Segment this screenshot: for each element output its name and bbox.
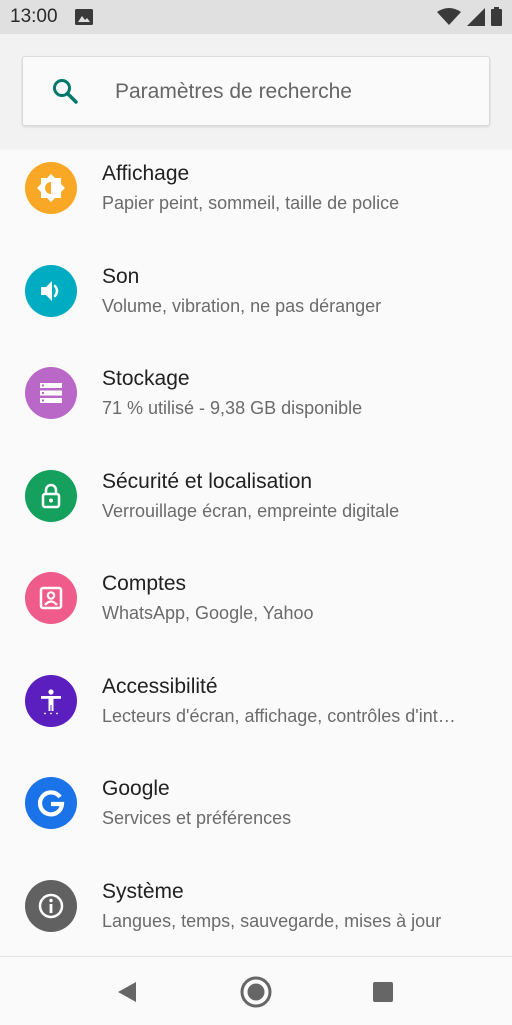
setting-item-affichage[interactable]: Affichage Papier peint, sommeil, taille … [0,150,512,253]
settings-list: Affichage Papier peint, sommeil, taille … [0,150,512,956]
status-bar: 13:00 [0,0,512,34]
setting-subtitle: Lecteurs d'écran, affichage, contrôles d… [102,705,456,726]
lock-icon-circle [25,469,77,522]
search-icon[interactable] [51,77,79,105]
info-icon [38,893,64,918]
wifi-icon [437,7,461,25]
accessibility-icon [41,688,61,714]
account-icon [39,586,63,610]
setting-item-stockage[interactable]: Stockage 71 % utilisé - 9,38 GB disponib… [0,355,512,458]
setting-item-google[interactable]: Google Services et préférences [0,765,512,868]
search-box[interactable] [22,56,490,127]
recents-icon [373,982,393,1002]
lock-icon [41,483,61,508]
setting-subtitle: Verrouillage écran, empreinte digitale [102,500,400,521]
setting-title: Stockage [102,367,190,390]
setting-title: Son [102,264,140,288]
volume-icon-circle [25,264,77,317]
setting-item-accessibilite[interactable]: Accessibilité Lecteurs d'écran, affichag… [0,663,512,766]
setting-item-comptes[interactable]: Comptes WhatsApp, Google, Yahoo [0,560,512,663]
back-button[interactable] [110,975,144,1009]
setting-subtitle: 71 % utilisé - 9,38 GB disponible [102,398,363,418]
setting-title: Affichage [102,162,190,185]
setting-item-securite[interactable]: Sécurité et localisation Verrouillage éc… [0,458,512,561]
accessibility-icon-circle [25,674,77,727]
info-icon-circle [25,879,77,932]
google-icon-circle [25,777,77,829]
storage-icon-circle [25,367,77,419]
image-icon [75,9,93,25]
signal-icon [467,7,485,26]
recents-button[interactable] [366,975,400,1009]
google-icon [37,790,65,817]
setting-item-systeme[interactable]: Système Langues, temps, sauvegarde, mise… [0,868,512,957]
setting-title: Accessibilité [102,674,218,698]
setting-subtitle: Volume, vibration, ne pas déranger [102,295,382,316]
setting-title: Google [102,777,170,800]
setting-title: Sécurité et localisation [102,469,313,493]
battery-icon [491,7,502,26]
setting-subtitle: Services et préférences [102,808,292,828]
setting-item-son[interactable]: Son Volume, vibration, ne pas déranger [0,253,512,356]
home-button[interactable] [239,975,273,1009]
status-icons [437,7,502,26]
display-icon-circle [25,162,77,214]
setting-subtitle: Langues, temps, sauvegarde, mises à jour [102,910,442,931]
volume-icon [41,280,59,301]
search-area [0,34,512,151]
setting-subtitle: Papier peint, sommeil, taille de police [102,193,400,213]
home-icon [240,976,272,1008]
storage-icon [40,383,62,403]
status-time: 13:00 [10,6,58,27]
display-icon [37,174,65,202]
search-input[interactable] [113,57,477,127]
back-icon [118,982,136,1002]
setting-subtitle: WhatsApp, Google, Yahoo [102,603,314,623]
setting-title: Système [102,879,184,903]
account-icon-circle [25,572,77,624]
setting-title: Comptes [102,572,187,595]
navigation-bar [0,956,512,1025]
